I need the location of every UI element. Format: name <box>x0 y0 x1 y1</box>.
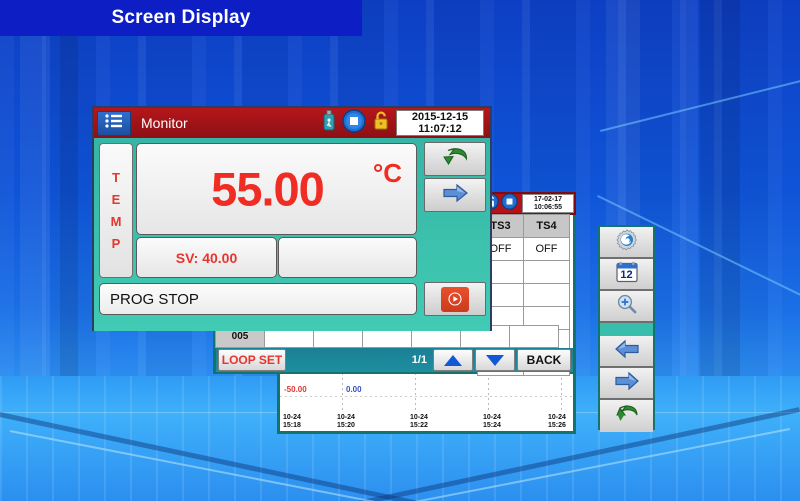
back-arrow-icon <box>440 146 470 173</box>
next-button[interactable] <box>600 368 653 400</box>
table-header-ts4: TS4 <box>523 214 570 238</box>
loop-bottom-toolbar: LOOP SET 1/1 BACK <box>216 348 573 372</box>
setpoint-value: SV: 40.00 <box>176 250 238 266</box>
table-cell[interactable] <box>523 260 570 284</box>
chart-xtick-date: 10-24 <box>337 414 355 422</box>
monitor-date: 2015-12-15 <box>412 111 468 123</box>
process-value: 55.00 <box>211 162 324 217</box>
monitor-status-icons: 2015-12-15 11:07:12 <box>322 109 487 138</box>
channel-letter: E <box>112 189 121 211</box>
chart-xtick-date: 10-24 <box>548 414 566 422</box>
triangle-down-icon <box>486 355 504 366</box>
setpoint-display[interactable]: SV: 40.00 <box>136 237 277 278</box>
calendar-day-label: 12 <box>615 269 639 281</box>
secondary-display[interactable] <box>278 237 417 278</box>
settings-button[interactable] <box>600 227 653 259</box>
chart-xtick-time: 15:26 <box>548 422 566 430</box>
left-arrow-icon <box>613 339 641 364</box>
chart-ytick-left-2: -50.00 <box>284 385 307 394</box>
monitor-datetime: 2015-12-15 11:07:12 <box>396 110 484 136</box>
right-arrow-icon <box>613 371 641 396</box>
table-header-row: TS3 TS4 <box>478 215 573 238</box>
monitor-next-button[interactable] <box>424 178 486 212</box>
channel-label-temp: T E M P <box>99 143 133 278</box>
hamburger-menu-icon <box>104 113 124 134</box>
table-row[interactable] <box>478 261 573 284</box>
chart-xtick: 10-24 15:18 <box>283 414 301 430</box>
chart-ytick-right-2: 0.00 <box>346 385 362 394</box>
monitor-back-button[interactable] <box>424 142 486 176</box>
chart-xtick-time: 15:22 <box>410 422 428 430</box>
channel-letter: M <box>111 211 122 233</box>
loop-time: 10:06:55 <box>534 204 562 212</box>
triangle-up-icon <box>444 355 462 366</box>
zoom-in-button[interactable] <box>600 291 653 323</box>
chart-xtick: 10-24 15:20 <box>337 414 355 430</box>
side-column-spacer <box>600 323 653 336</box>
chart-xtick-time: 15:24 <box>483 422 501 430</box>
chart-xtick-time: 15:18 <box>283 422 301 430</box>
chart-xtick-time: 15:20 <box>337 422 355 430</box>
monitor-body: T E M P 55.00 °C SV: 40.00 PROG STOP <box>94 138 490 331</box>
chart-xtick-date: 10-24 <box>283 414 301 422</box>
table-cell[interactable]: OFF <box>523 237 570 261</box>
screen-display-banner: Screen Display <box>0 0 362 36</box>
chart-xtick-date: 10-24 <box>483 414 501 422</box>
chart-gridline-h <box>280 396 573 397</box>
channel-letter: T <box>112 167 120 189</box>
usb-icon[interactable] <box>322 110 336 137</box>
unlock-padlock-icon[interactable] <box>372 110 390 137</box>
loop-set-button[interactable]: LOOP SET <box>218 349 286 371</box>
loop-datetime: 17-02-17 10:06:55 <box>522 194 574 213</box>
chart-xtick: 10-24 15:24 <box>483 414 501 430</box>
loop-window-titlebar: 17-02-17 10:06:55 <box>478 192 576 215</box>
back-button[interactable]: BACK <box>517 349 571 371</box>
previous-button[interactable] <box>600 336 653 368</box>
banner-title: Screen Display <box>111 7 250 29</box>
monitor-window[interactable]: Monitor <box>92 106 492 331</box>
monitor-title-label: Monitor <box>141 115 188 131</box>
calendar-button[interactable]: 12 <box>600 259 653 291</box>
monitor-time: 11:07:12 <box>418 123 461 135</box>
monitor-titlebar: Monitor <box>94 108 490 138</box>
zoom-in-icon <box>615 292 639 321</box>
calendar-icon: 12 <box>615 260 639 289</box>
page-down-button[interactable] <box>475 349 515 371</box>
back-button-side[interactable] <box>600 400 653 432</box>
channel-letter: P <box>112 233 121 255</box>
right-arrow-icon <box>440 183 470 208</box>
page-up-button[interactable] <box>433 349 473 371</box>
unit-label: °C <box>373 158 402 189</box>
chart-xtick: 10-24 15:22 <box>410 414 428 430</box>
program-status-text: PROG STOP <box>110 291 199 308</box>
side-button-column: 12 <box>598 225 655 430</box>
monitor-run-button[interactable] <box>424 282 486 316</box>
loop-cell[interactable] <box>509 325 559 348</box>
process-value-display[interactable]: 55.00 °C <box>136 143 417 235</box>
hamburger-menu-button[interactable] <box>97 111 131 136</box>
table-cell[interactable] <box>523 283 570 307</box>
record-stop-icon[interactable] <box>501 193 518 215</box>
back-arrow-icon <box>613 403 641 430</box>
table-row[interactable] <box>478 284 573 307</box>
record-stop-icon[interactable] <box>342 109 366 138</box>
settings-gear-icon <box>615 228 639 257</box>
page-indicator: 1/1 <box>412 354 431 366</box>
chart-xtick: 10-24 15:26 <box>548 414 566 430</box>
program-status-bar[interactable]: PROG STOP <box>99 283 417 315</box>
play-icon <box>441 287 469 312</box>
table-row[interactable]: OFF OFF <box>478 238 573 261</box>
chart-xtick-date: 10-24 <box>410 414 428 422</box>
loop-date: 17-02-17 <box>534 196 562 204</box>
